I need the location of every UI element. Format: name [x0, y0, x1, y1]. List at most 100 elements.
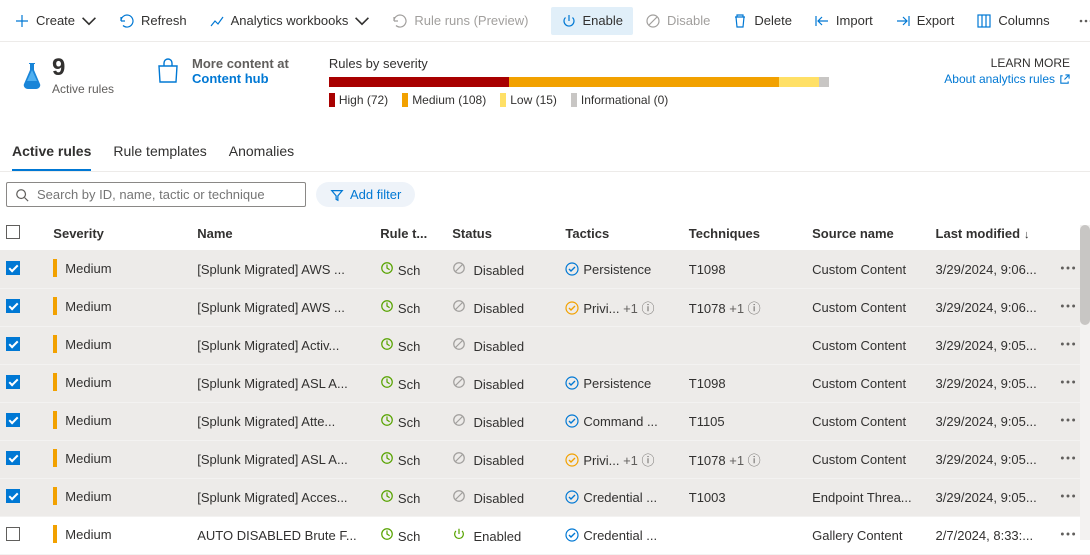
overflow-icon[interactable] [1059, 373, 1077, 391]
overflow-icon[interactable] [1059, 487, 1077, 505]
cell-name[interactable]: [Splunk Migrated] Atte... [191, 403, 374, 441]
active-rules-kpi: 9 Active rules [20, 56, 114, 96]
table-row[interactable]: MediumAUTO DISABLED Brute F... Sch Enabl… [0, 517, 1090, 555]
table-header-row: Severity Name Rule t... Status Tactics T… [0, 217, 1090, 251]
add-filter-button[interactable]: Add filter [316, 182, 415, 207]
cell-source: Custom Content [806, 289, 929, 327]
legend-high: High (72) [329, 93, 388, 107]
overflow-icon[interactable] [1059, 335, 1077, 353]
severity-bar-low [779, 77, 819, 87]
about-rules-link[interactable]: About analytics rules [944, 72, 1070, 86]
cell-status: Disabled [446, 479, 559, 517]
table-row[interactable]: Medium[Splunk Migrated] AWS ... Sch Disa… [0, 289, 1090, 327]
table-row[interactable]: Medium[Splunk Migrated] Acces... Sch Dis… [0, 479, 1090, 517]
cell-checkbox[interactable] [0, 517, 47, 555]
overflow-icon[interactable] [1059, 525, 1077, 543]
table-row[interactable]: Medium[Splunk Migrated] Atte... Sch Disa… [0, 403, 1090, 441]
row-checkbox[interactable] [6, 375, 20, 389]
col-techniques[interactable]: Techniques [683, 217, 806, 251]
row-checkbox[interactable] [6, 451, 20, 465]
cell-modified: 3/29/2024, 9:06... [930, 289, 1053, 327]
scrollbar-thumb[interactable] [1080, 225, 1090, 325]
cell-checkbox[interactable] [0, 403, 47, 441]
tab-rule-templates[interactable]: Rule templates [113, 137, 206, 171]
export-button[interactable]: Export [885, 7, 965, 35]
col-source[interactable]: Source name [806, 217, 929, 251]
cell-status: Disabled [446, 441, 559, 479]
col-severity[interactable]: Severity [47, 217, 191, 251]
row-checkbox[interactable] [6, 413, 20, 427]
sort-desc-icon: ↓ [1024, 229, 1030, 241]
search-box[interactable] [6, 182, 306, 207]
row-checkbox[interactable] [6, 489, 20, 503]
disable-icon [452, 299, 466, 313]
cell-tactics [559, 327, 682, 365]
cell-severity: Medium [47, 517, 191, 555]
filter-row: Add filter [0, 172, 1090, 217]
more-button[interactable] [1068, 7, 1090, 35]
search-input[interactable] [37, 187, 297, 202]
cell-name[interactable]: [Splunk Migrated] ASL A... [191, 441, 374, 479]
cell-checkbox[interactable] [0, 251, 47, 289]
cell-ruletype: Sch [374, 251, 446, 289]
col-tactics[interactable]: Tactics [559, 217, 682, 251]
cell-checkbox[interactable] [0, 365, 47, 403]
cell-name[interactable]: [Splunk Migrated] AWS ... [191, 251, 374, 289]
enable-button[interactable]: Enable [551, 7, 633, 35]
table-row[interactable]: Medium[Splunk Migrated] AWS ... Sch Disa… [0, 251, 1090, 289]
cell-severity: Medium [47, 289, 191, 327]
import-button[interactable]: Import [804, 7, 883, 35]
flask-icon [20, 61, 44, 91]
cell-name[interactable]: [Splunk Migrated] Activ... [191, 327, 374, 365]
cell-checkbox[interactable] [0, 479, 47, 517]
cell-name[interactable]: [Splunk Migrated] ASL A... [191, 365, 374, 403]
tab-anomalies[interactable]: Anomalies [229, 137, 294, 171]
row-checkbox[interactable] [6, 299, 20, 313]
cell-tactics: Persistence [559, 251, 682, 289]
overflow-icon[interactable] [1059, 449, 1077, 467]
shopping-bag-icon [154, 57, 182, 85]
row-checkbox[interactable] [6, 527, 20, 541]
workbooks-button[interactable]: Analytics workbooks [199, 7, 381, 35]
workbooks-label: Analytics workbooks [231, 13, 349, 28]
col-name[interactable]: Name [191, 217, 374, 251]
cell-ruletype: Sch [374, 403, 446, 441]
cell-checkbox[interactable] [0, 289, 47, 327]
cell-name[interactable]: [Splunk Migrated] Acces... [191, 479, 374, 517]
col-checkbox[interactable] [0, 217, 47, 251]
cell-modified: 3/29/2024, 9:05... [930, 479, 1053, 517]
table-row[interactable]: Medium[Splunk Migrated] ASL A... Sch Dis… [0, 441, 1090, 479]
col-modified[interactable]: Last modified↓ [930, 217, 1053, 251]
tab-active-rules[interactable]: Active rules [12, 137, 91, 171]
overflow-icon[interactable] [1059, 259, 1077, 277]
overflow-icon[interactable] [1059, 297, 1077, 315]
refresh-button[interactable]: Refresh [109, 7, 197, 35]
chevron-down-icon [81, 13, 97, 29]
cell-tactics: Credential ... [559, 479, 682, 517]
row-checkbox[interactable] [6, 337, 20, 351]
enable-label: Enable [583, 13, 623, 28]
select-all-checkbox[interactable] [6, 225, 20, 239]
cell-name[interactable]: AUTO DISABLED Brute F... [191, 517, 374, 555]
col-ruletype[interactable]: Rule t... [374, 217, 446, 251]
create-button[interactable]: Create [4, 7, 107, 35]
table-row[interactable]: Medium[Splunk Migrated] Activ... Sch Dis… [0, 327, 1090, 365]
cell-name[interactable]: [Splunk Migrated] AWS ... [191, 289, 374, 327]
cell-checkbox[interactable] [0, 327, 47, 365]
table-row[interactable]: Medium[Splunk Migrated] ASL A... Sch Dis… [0, 365, 1090, 403]
content-hub-anchor[interactable]: Content hub [192, 71, 289, 86]
overflow-icon[interactable] [1059, 411, 1077, 429]
cell-techniques [683, 327, 806, 365]
cell-checkbox[interactable] [0, 441, 47, 479]
cell-source: Custom Content [806, 403, 929, 441]
columns-button[interactable]: Columns [966, 7, 1059, 35]
cell-ruletype: Sch [374, 327, 446, 365]
content-hub-link[interactable]: More content at Content hub [154, 56, 289, 86]
scrollbar[interactable] [1080, 225, 1090, 540]
col-status[interactable]: Status [446, 217, 559, 251]
delete-button[interactable]: Delete [722, 7, 802, 35]
cell-tactics: Privi... +1 ⓘ [559, 441, 682, 479]
row-checkbox[interactable] [6, 261, 20, 275]
clock-icon [380, 261, 394, 275]
rules-table: Severity Name Rule t... Status Tactics T… [0, 217, 1090, 555]
